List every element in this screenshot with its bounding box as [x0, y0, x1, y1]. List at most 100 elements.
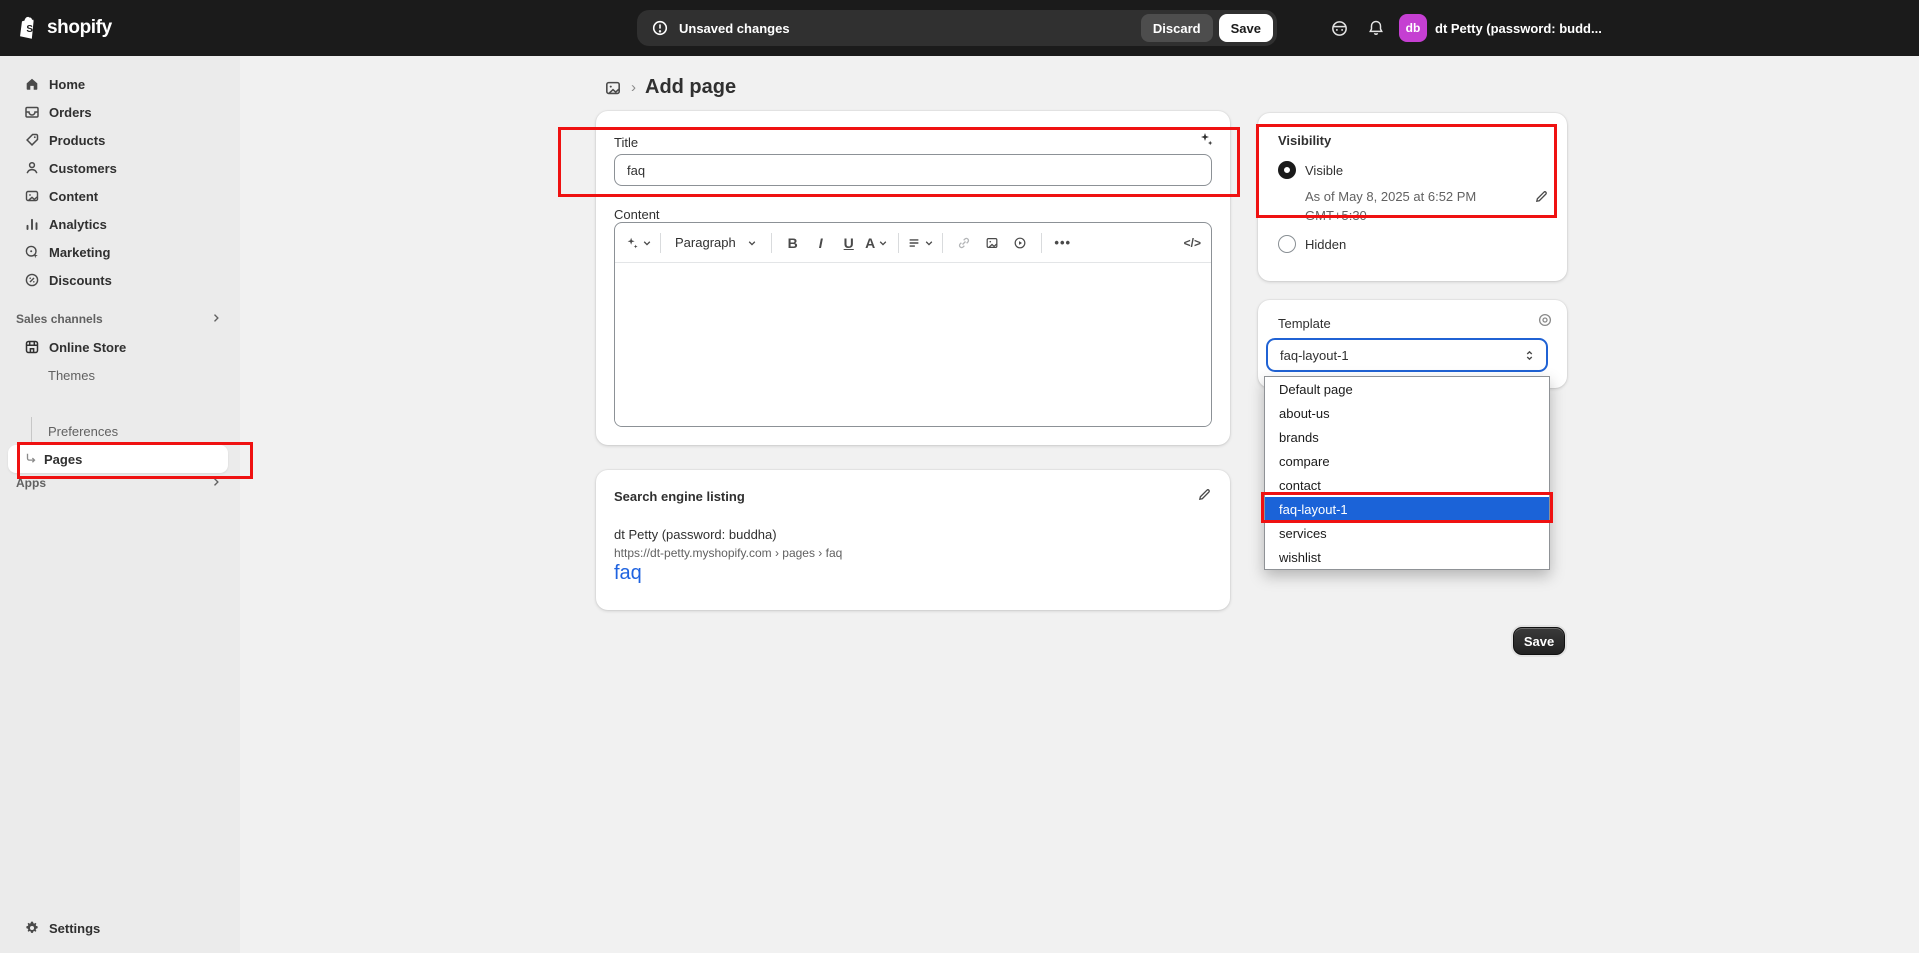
sidebar: Home Orders Products Customers Content A…	[0, 56, 240, 953]
visible-schedule-note: As of May 8, 2025 at 6:52 PM GMT+5:30	[1305, 187, 1510, 225]
sidebar-item-products[interactable]: Products	[8, 126, 232, 154]
sidebar-item-label: Marketing	[49, 245, 110, 260]
shopify-wordmark: shopify	[47, 17, 112, 39]
template-select[interactable]: faq-layout-1	[1266, 338, 1548, 372]
template-selected-value: faq-layout-1	[1280, 348, 1349, 363]
discard-button[interactable]: Discard	[1141, 14, 1213, 42]
template-heading: Template	[1278, 316, 1331, 331]
discount-badge-icon	[24, 272, 40, 288]
edit-pencil-icon[interactable]	[1534, 189, 1549, 204]
storefront-icon	[24, 339, 40, 355]
insert-image-button[interactable]	[979, 229, 1005, 257]
account-menu[interactable]: db dt Petty (password: budd...	[1399, 14, 1919, 42]
visible-label: Visible	[1305, 163, 1343, 178]
rich-text-editor: Paragraph B I U A	[614, 222, 1212, 427]
template-option[interactable]: about-us	[1265, 401, 1549, 425]
shopify-admin-window: S shopify Unsaved changes Discard Save	[0, 0, 1919, 953]
ai-magic-button[interactable]	[625, 229, 652, 257]
sidebar-item-home[interactable]: Home	[8, 70, 232, 98]
code-view-button[interactable]: </>	[1184, 236, 1201, 250]
tag-icon	[24, 132, 40, 148]
sidebar-item-pages[interactable]: Pages	[8, 445, 228, 473]
more-options-button[interactable]: •••	[1050, 229, 1076, 257]
alert-icon	[651, 19, 669, 37]
view-eye-icon[interactable]	[1537, 312, 1553, 328]
page-icon[interactable]	[604, 79, 622, 97]
breadcrumb: › Add page	[604, 76, 736, 99]
seo-url: https://dt-petty.myshopify.com › pages ›…	[614, 546, 842, 560]
radio-unselected-icon[interactable]	[1278, 235, 1296, 253]
avatar: db	[1399, 14, 1427, 42]
template-option[interactable]: compare	[1265, 449, 1549, 473]
visibility-heading: Visibility	[1278, 133, 1331, 148]
select-updown-icon	[1523, 349, 1536, 362]
shopify-logo[interactable]: S shopify	[18, 0, 112, 56]
italic-button[interactable]: I	[808, 229, 834, 257]
sidebar-item-customers[interactable]: Customers	[8, 154, 232, 182]
sidebar-item-label: Analytics	[49, 217, 107, 232]
template-option[interactable]: wishlist	[1265, 545, 1549, 569]
title-input[interactable]	[614, 154, 1212, 186]
template-option[interactable]: Default page	[1265, 377, 1549, 401]
page-details-card: Title Content Paragraph B I U	[596, 111, 1230, 445]
template-card: Template faq-layout-1	[1258, 300, 1567, 388]
topbar: S shopify Unsaved changes Discard Save	[0, 0, 1919, 56]
underline-button[interactable]: U	[836, 229, 862, 257]
hidden-option[interactable]: Hidden	[1278, 235, 1346, 253]
sidebar-item-label: Customers	[49, 161, 117, 176]
store-preview-icon[interactable]	[1330, 19, 1349, 38]
sidebar-item-online-store[interactable]: Online Store	[8, 333, 232, 361]
bold-button[interactable]: B	[780, 229, 806, 257]
topbar-save-button[interactable]: Save	[1219, 14, 1273, 42]
sidebar-item-themes[interactable]: Themes	[48, 363, 95, 387]
link-button[interactable]	[951, 229, 977, 257]
editor-toolbar: Paragraph B I U A	[615, 223, 1211, 263]
editor-content-area[interactable]	[615, 263, 1211, 427]
sidebar-item-discounts[interactable]: Discounts	[8, 266, 232, 294]
visible-option[interactable]: Visible	[1278, 161, 1343, 179]
template-option-highlighted[interactable]: faq-layout-1	[1265, 497, 1549, 521]
person-icon	[24, 160, 40, 176]
target-icon	[24, 244, 40, 260]
edit-pencil-icon[interactable]	[1197, 487, 1212, 502]
sidebar-item-analytics[interactable]: Analytics	[8, 210, 232, 238]
radio-selected-icon[interactable]	[1278, 161, 1296, 179]
template-option[interactable]: services	[1265, 521, 1549, 545]
sales-channels-header[interactable]: Sales channels	[16, 312, 103, 326]
text-color-label: A	[865, 235, 875, 251]
sidebar-item-content[interactable]: Content	[8, 182, 232, 210]
shopify-bag-icon: S	[18, 16, 40, 40]
chevron-right-icon[interactable]	[210, 312, 222, 324]
hidden-label: Hidden	[1305, 237, 1346, 252]
template-dropdown: Default page about-us brands compare con…	[1264, 376, 1550, 570]
apps-header[interactable]: Apps	[16, 476, 46, 490]
sidebar-item-label: Discounts	[49, 273, 112, 288]
orders-icon	[24, 104, 40, 120]
sidebar-item-settings[interactable]: Settings	[8, 914, 232, 942]
insert-video-button[interactable]	[1007, 229, 1033, 257]
sidebar-item-marketing[interactable]: Marketing	[8, 238, 232, 266]
gear-icon	[24, 920, 40, 936]
bar-chart-icon	[24, 216, 40, 232]
notifications-bell-icon[interactable]	[1367, 19, 1385, 37]
seo-title-link[interactable]: faq	[614, 562, 642, 585]
image-icon	[24, 188, 40, 204]
alignment-button[interactable]	[907, 229, 934, 257]
magic-sparkle-icon[interactable]	[1198, 131, 1214, 147]
template-option[interactable]: contact	[1265, 473, 1549, 497]
unsaved-changes-bar: Unsaved changes Discard Save	[637, 10, 1277, 46]
content-field-label: Content	[614, 207, 660, 222]
text-color-button[interactable]: A	[864, 229, 890, 257]
sidebar-item-label: Pages	[44, 452, 82, 467]
template-option[interactable]: brands	[1265, 425, 1549, 449]
paragraph-style-label: Paragraph	[675, 235, 736, 250]
sidebar-item-preferences[interactable]: Preferences	[48, 419, 118, 443]
page-title: Add page	[645, 76, 736, 99]
save-button[interactable]: Save	[1513, 627, 1565, 655]
paragraph-style-dropdown[interactable]: Paragraph	[669, 229, 763, 257]
sidebar-item-orders[interactable]: Orders	[8, 98, 232, 126]
chevron-right-icon[interactable]	[210, 476, 222, 488]
seo-card-heading: Search engine listing	[614, 489, 745, 504]
sidebar-item-label: Orders	[49, 105, 92, 120]
sidebar-item-label: Content	[49, 189, 98, 204]
